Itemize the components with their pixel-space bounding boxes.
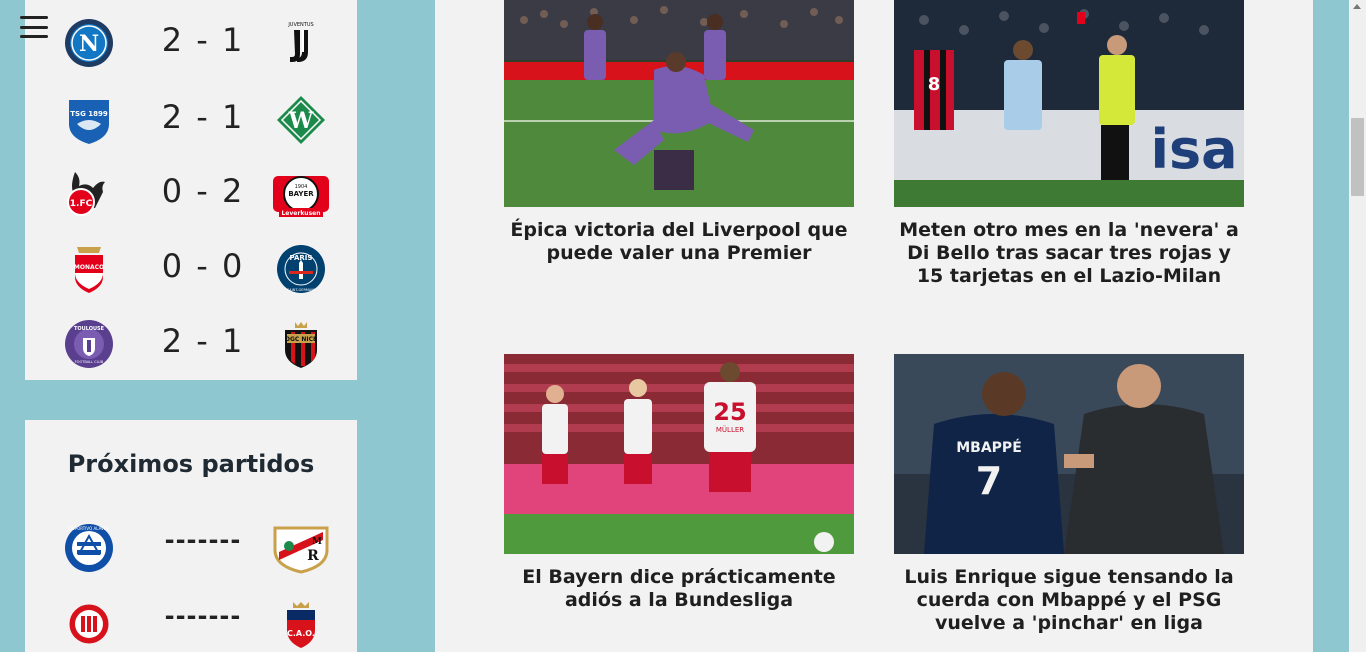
svg-text:DEPORTIVO ALAVÉS: DEPORTIVO ALAVÉS: [69, 526, 109, 531]
svg-text:7: 7: [976, 459, 1002, 503]
news-headline[interactable]: Épica victoria del Liverpool que puede v…: [504, 219, 854, 265]
match-score: 2 - 1: [161, 98, 245, 136]
svg-text:MBAPPÉ: MBAPPÉ: [956, 439, 1022, 456]
match-score: 0 - 0: [161, 247, 245, 285]
news-headline[interactable]: Luis Enrique sigue tensando la cuerda co…: [894, 566, 1244, 635]
rayo-vallecano-crest-icon: R M: [273, 526, 329, 574]
svg-text:MÜLLER: MÜLLER: [716, 425, 744, 434]
news-card[interactable]: isa 8 Meten otro mes en la 'nevera' a Di…: [894, 0, 1244, 288]
svg-text:M: M: [312, 537, 322, 547]
svg-text:1.FC: 1.FC: [70, 199, 93, 209]
news-grid: Épica victoria del Liverpool que puede v…: [435, 0, 1313, 652]
svg-text:N: N: [79, 31, 99, 57]
girona-crest-icon: [69, 604, 109, 644]
juventus-crest-icon: JUVENTUS: [287, 22, 314, 62]
news-headline[interactable]: El Bayern dice prácticamente adiós a la …: [504, 566, 854, 612]
news-headline[interactable]: Meten otro mes en la 'nevera' a Di Bello…: [894, 219, 1244, 288]
match-row[interactable]: N 2 - 1 JUVENTUS: [25, 13, 357, 73]
napoli-crest-icon: N: [65, 19, 113, 67]
mbappe-luis-enrique-photo[interactable]: MBAPPÉ 7: [894, 354, 1244, 554]
upcoming-title: Próximos partidos: [67, 450, 315, 478]
match-row[interactable]: MONACO 0 - 0 PARIS SAINT-GERMAIN: [25, 239, 357, 299]
svg-text:JUVENTUS: JUVENTUS: [287, 22, 313, 28]
svg-text:8: 8: [928, 74, 941, 95]
upcoming-matches-panel: Próximos partidos DEPORTIVO ALAVÉS -----…: [25, 420, 357, 652]
svg-text:SAINT-GERMAIN: SAINT-GERMAIN: [287, 288, 315, 292]
scroll-up-arrow-icon[interactable]: [1353, 4, 1361, 9]
results-panel: N 2 - 1 JUVENTUS TSG 1899 2 - 1 W 1.FC 0…: [25, 0, 357, 380]
svg-text:OGC NICE: OGC NICE: [285, 336, 317, 343]
hoffenheim-crest-icon: TSG 1899: [69, 100, 109, 144]
news-card[interactable]: 25 MÜLLER El Bayern dice prácticamente a…: [504, 354, 854, 612]
match-score: 0 - 2: [161, 172, 245, 210]
svg-text:TOULOUSE: TOULOUSE: [74, 326, 105, 332]
upcoming-match-row[interactable]: ------- C.A.O.: [25, 594, 357, 652]
nice-crest-icon: OGC NICE: [285, 322, 317, 368]
upcoming-score-placeholder: -------: [164, 602, 242, 630]
alaves-crest-icon: DEPORTIVO ALAVÉS: [65, 524, 113, 572]
match-row[interactable]: 1.FC 0 - 2 1904 BAYER Leverkusen: [25, 164, 357, 224]
koln-crest-icon: 1.FC: [67, 172, 105, 216]
monaco-crest-icon: MONACO: [74, 247, 104, 293]
svg-text:isa: isa: [1150, 118, 1237, 181]
news-card[interactable]: Épica victoria del Liverpool que puede v…: [504, 0, 854, 265]
bayern-players-dejected-photo[interactable]: 25 MÜLLER: [504, 354, 854, 554]
match-row[interactable]: TOULOUSE FOOTBALL CLUB 2 - 1 OGC NICE: [25, 314, 357, 374]
upcoming-match-row[interactable]: DEPORTIVO ALAVÉS ------- R M: [25, 518, 357, 578]
svg-text:R: R: [307, 548, 319, 564]
toulouse-crest-icon: TOULOUSE FOOTBALL CLUB: [65, 320, 113, 368]
psg-crest-icon: PARIS SAINT-GERMAIN: [277, 245, 325, 293]
svg-text:Leverkusen: Leverkusen: [281, 210, 320, 217]
svg-text:BAYER: BAYER: [288, 190, 314, 198]
hamburger-menu-icon[interactable]: [20, 16, 48, 38]
osasuna-crest-icon: C.A.O.: [287, 602, 315, 648]
match-score: 2 - 1: [161, 322, 245, 360]
match-row[interactable]: TSG 1899 2 - 1 W: [25, 90, 357, 150]
svg-text:FOOTBALL CLUB: FOOTBALL CLUB: [75, 360, 104, 364]
svg-text:C.A.O.: C.A.O.: [287, 629, 315, 638]
svg-text:25: 25: [713, 398, 746, 426]
werder-bremen-crest-icon: W: [277, 96, 325, 144]
referee-red-card-photo[interactable]: isa 8: [894, 0, 1244, 207]
svg-text:TSG 1899: TSG 1899: [70, 110, 108, 118]
scroll-thumb[interactable]: [1351, 118, 1364, 196]
match-score: 2 - 1: [161, 21, 245, 59]
upcoming-score-placeholder: -------: [164, 526, 242, 554]
liverpool-celebration-photo[interactable]: [504, 0, 854, 207]
page-scrollbar[interactable]: [1349, 0, 1366, 652]
svg-text:MONACO: MONACO: [74, 264, 104, 271]
news-card[interactable]: MBAPPÉ 7 Luis Enrique sigue tensando la …: [894, 354, 1244, 635]
bayer-leverkusen-crest-icon: 1904 BAYER Leverkusen: [273, 176, 329, 217]
svg-text:W: W: [288, 108, 314, 134]
